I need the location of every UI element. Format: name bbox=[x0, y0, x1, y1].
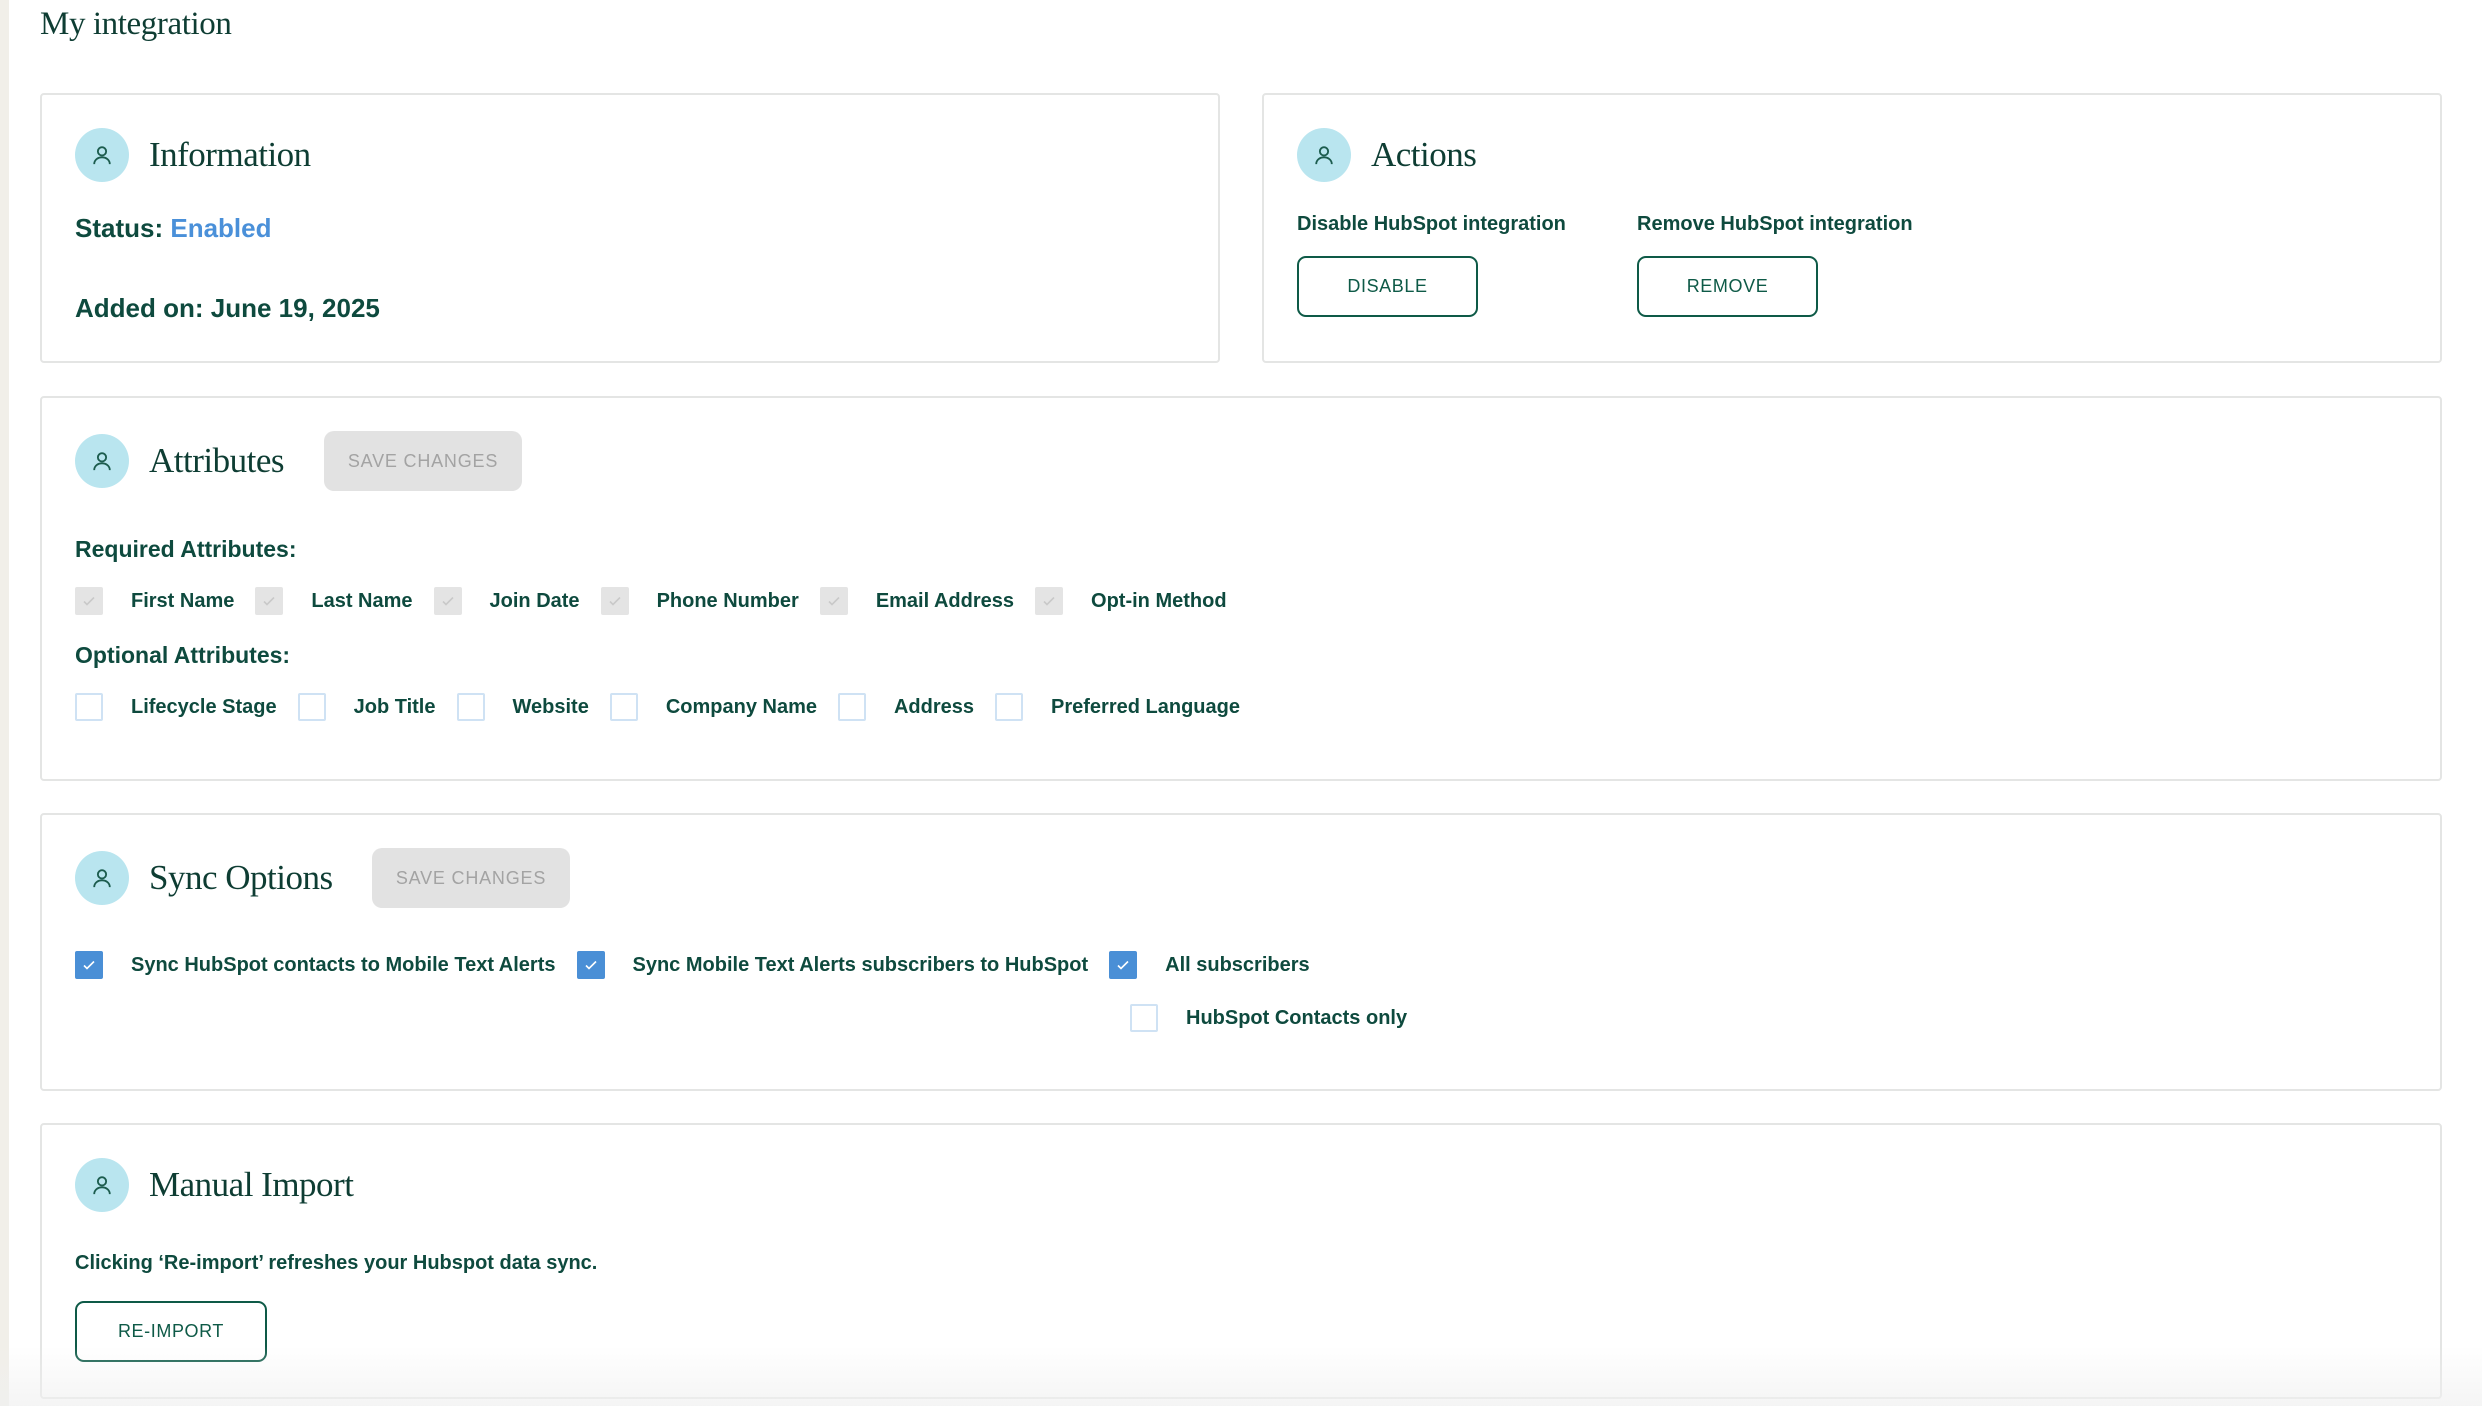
checkmark-icon bbox=[263, 596, 275, 606]
actions-header: Actions bbox=[1297, 128, 1477, 182]
status-label: Status: bbox=[75, 213, 164, 243]
page-title: My integration bbox=[40, 6, 232, 42]
status-value: Enabled bbox=[170, 213, 272, 243]
attribute-label: Email Address bbox=[875, 589, 1015, 612]
checkbox[interactable] bbox=[837, 693, 866, 721]
checkmark-icon bbox=[1043, 596, 1055, 606]
checkbox[interactable] bbox=[456, 693, 485, 721]
sync-option-label: All subscribers bbox=[1165, 953, 1310, 976]
optional-attribute-address[interactable]: Address bbox=[837, 693, 975, 721]
attribute-label: Phone Number bbox=[656, 589, 799, 612]
remove-label: Remove HubSpot integration bbox=[1637, 213, 1913, 235]
required-attribute-last-name: Last Name bbox=[255, 587, 413, 615]
attribute-label: Last Name bbox=[311, 589, 413, 612]
checkbox-checked[interactable] bbox=[1109, 951, 1138, 979]
information-card: Information Status: Enabled Added on: Ju… bbox=[40, 93, 1220, 363]
attribute-label: First Name bbox=[131, 589, 235, 612]
checkbox-disabled bbox=[433, 587, 462, 615]
optional-attribute-website[interactable]: Website bbox=[456, 693, 589, 721]
user-icon bbox=[75, 128, 129, 182]
required-attribute-opt-in-method: Opt-in Method bbox=[1035, 587, 1227, 615]
sync-option-mta-to-hubspot[interactable]: Sync Mobile Text Alerts subscribers to H… bbox=[576, 951, 1089, 979]
checkmark-icon bbox=[584, 960, 597, 970]
re-import-button[interactable]: RE-IMPORT bbox=[75, 1301, 267, 1362]
sync-options-title: Sync Options bbox=[149, 858, 333, 897]
required-attribute-first-name: First Name bbox=[75, 587, 234, 615]
sync-save-changes-button[interactable]: SAVE CHANGES bbox=[372, 848, 570, 908]
checkbox-checked[interactable] bbox=[576, 951, 605, 979]
information-title: Information bbox=[149, 135, 311, 174]
optional-attribute-job-title[interactable]: Job Title bbox=[297, 693, 436, 721]
user-icon bbox=[1297, 128, 1351, 182]
attribute-label: Opt-in Method bbox=[1091, 589, 1227, 612]
sync-option-hubspot-to-mta[interactable]: Sync HubSpot contacts to Mobile Text Ale… bbox=[75, 951, 556, 979]
disable-label: Disable HubSpot integration bbox=[1297, 213, 1566, 235]
attribute-label: Lifecycle Stage bbox=[131, 695, 277, 718]
required-attribute-join-date: Join Date bbox=[433, 587, 580, 615]
remove-button[interactable]: REMOVE bbox=[1637, 256, 1818, 317]
checkmark-icon bbox=[83, 960, 95, 970]
sync-options-header: Sync Options bbox=[75, 851, 333, 905]
added-on-label: Added on: June 19, 2025 bbox=[75, 293, 380, 323]
checkbox-disabled bbox=[255, 587, 284, 615]
sync-options-card: Sync Options SAVE CHANGES Sync HubSpot c… bbox=[40, 813, 2442, 1091]
user-icon bbox=[75, 434, 129, 488]
manual-import-card: Manual Import Clicking ‘Re-import’ refre… bbox=[40, 1123, 2442, 1399]
checkmark-icon bbox=[441, 596, 454, 606]
checkmark-icon bbox=[828, 596, 840, 606]
disable-button[interactable]: DISABLE bbox=[1297, 256, 1478, 317]
checkbox-checked[interactable] bbox=[75, 951, 103, 979]
actions-title: Actions bbox=[1371, 135, 1477, 174]
sync-options-row-2: HubSpot Contacts only bbox=[1130, 1004, 1407, 1032]
optional-attributes-label: Optional Attributes: bbox=[75, 642, 291, 668]
optional-attribute-preferred-language[interactable]: Preferred Language bbox=[995, 693, 1240, 721]
actions-card: Actions Disable HubSpot integration DISA… bbox=[1262, 93, 2442, 363]
checkbox[interactable] bbox=[1130, 1004, 1158, 1032]
checkmark-icon bbox=[608, 596, 621, 606]
checkmark-icon bbox=[1117, 960, 1129, 970]
sync-option-all-subscribers[interactable]: All subscribers bbox=[1109, 951, 1310, 979]
user-icon bbox=[75, 851, 129, 905]
checkbox-disabled bbox=[600, 587, 629, 615]
checkbox[interactable] bbox=[75, 693, 103, 721]
information-header: Information bbox=[75, 128, 311, 182]
checkbox-disabled bbox=[1035, 587, 1064, 615]
attributes-header: Attributes bbox=[75, 434, 284, 488]
attributes-title: Attributes bbox=[149, 441, 284, 480]
attributes-save-changes-button[interactable]: SAVE CHANGES bbox=[324, 431, 522, 491]
manual-import-header: Manual Import bbox=[75, 1158, 354, 1212]
status-line: Status: Enabled bbox=[75, 213, 272, 244]
manual-import-title: Manual Import bbox=[149, 1165, 354, 1204]
required-attributes-label: Required Attributes: bbox=[75, 536, 297, 562]
checkbox[interactable] bbox=[995, 693, 1024, 721]
attribute-label: Website bbox=[512, 695, 589, 718]
checkbox-disabled bbox=[75, 587, 103, 615]
attributes-card: Attributes SAVE CHANGES Required Attribu… bbox=[40, 396, 2442, 781]
optional-attributes-row: Lifecycle Stage Job Title Website Compan… bbox=[75, 693, 1240, 721]
attribute-label: Job Title bbox=[353, 695, 436, 718]
manual-import-description: Clicking ‘Re-import’ refreshes your Hubs… bbox=[75, 1252, 598, 1274]
optional-attribute-company-name[interactable]: Company Name bbox=[609, 693, 817, 721]
sync-option-label: HubSpot Contacts only bbox=[1186, 1006, 1408, 1029]
sync-option-label: Sync HubSpot contacts to Mobile Text Ale… bbox=[131, 953, 556, 976]
left-rail bbox=[0, 0, 9, 1406]
optional-attribute-lifecycle-stage[interactable]: Lifecycle Stage bbox=[75, 693, 277, 721]
attribute-label: Company Name bbox=[665, 695, 817, 718]
user-icon bbox=[75, 1158, 129, 1212]
checkmark-icon bbox=[83, 596, 95, 606]
checkbox-disabled bbox=[819, 587, 848, 615]
sync-options-row: Sync HubSpot contacts to Mobile Text Ale… bbox=[75, 951, 1310, 979]
attribute-label: Join Date bbox=[489, 589, 580, 612]
checkbox[interactable] bbox=[297, 693, 326, 721]
checkbox[interactable] bbox=[609, 693, 638, 721]
attribute-label: Preferred Language bbox=[1051, 695, 1240, 718]
sync-option-hubspot-contacts-only[interactable]: HubSpot Contacts only bbox=[1130, 1004, 1407, 1032]
sync-option-label: Sync Mobile Text Alerts subscribers to H… bbox=[632, 953, 1089, 976]
attribute-label: Address bbox=[893, 695, 975, 718]
required-attribute-email-address: Email Address bbox=[819, 587, 1015, 615]
required-attributes-row: First Name Last Name Join Date Phone Num… bbox=[75, 587, 1227, 615]
required-attribute-phone-number: Phone Number bbox=[600, 587, 799, 615]
